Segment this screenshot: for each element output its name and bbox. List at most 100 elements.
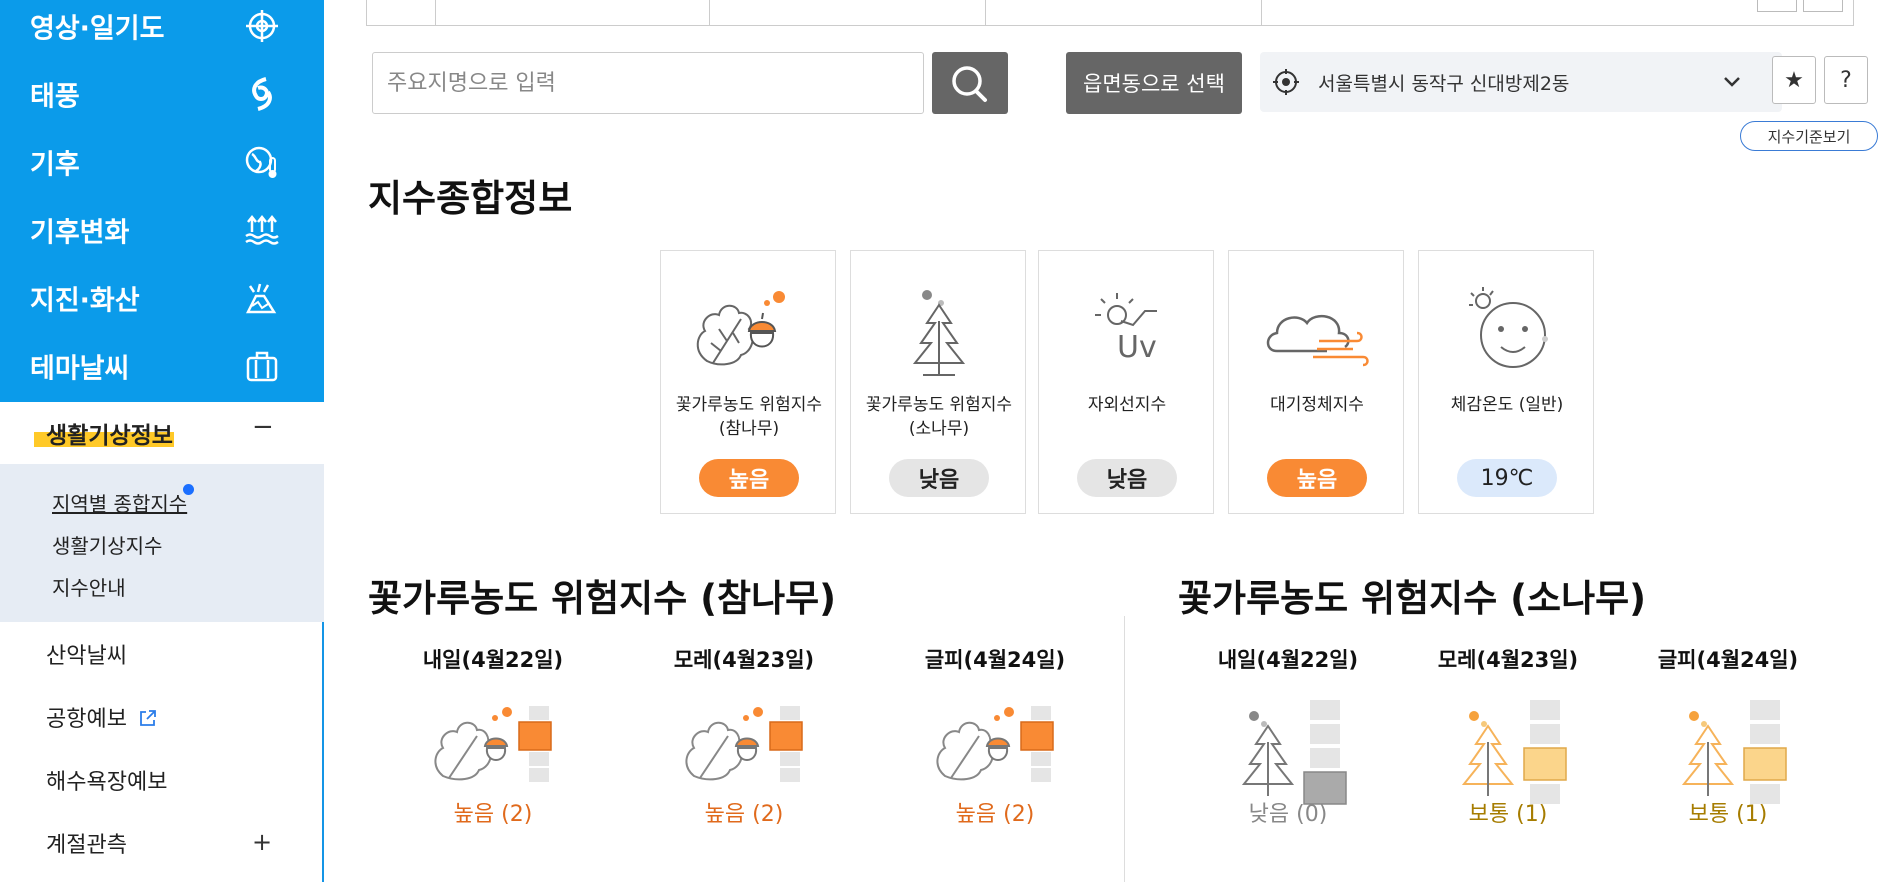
volcano-icon (245, 283, 277, 314)
pine-pollen-icon (1461, 700, 1567, 804)
section-divider (1124, 616, 1125, 882)
svg-text:Uv: Uv (1117, 330, 1157, 365)
index-card-name: 대기정체지수 (1229, 393, 1405, 417)
select-by-district-button[interactable]: 읍면동으로 선택 (1066, 52, 1242, 114)
sidebar-item-climate[interactable]: 기후 (0, 128, 324, 196)
sidebar-subitem-life-index[interactable]: 생활기상지수 (52, 530, 162, 559)
forecast-value: 보통 (1) (1688, 802, 1768, 827)
pine-pollen-icon (912, 290, 966, 376)
sidebar-item-satellite[interactable]: 영상·일기도 (0, 0, 324, 60)
search-button[interactable] (932, 52, 1008, 114)
sidebar-item-earthquake[interactable]: 지진·화산 (0, 264, 324, 332)
location-select[interactable]: 서울특별시 동작구 신대방제2동 (1260, 52, 1782, 112)
sidebar-item-climate-change[interactable]: 기후변화 (0, 196, 324, 264)
collapse-icon[interactable]: − (252, 412, 274, 442)
sidebar-item-label: 기후 (30, 149, 80, 181)
sidebar-main-menu: 영상·일기도 태풍 기후 기후변화 지진·화산 테마날씨 (0, 0, 324, 402)
face-sun-icon (1469, 287, 1548, 368)
sidebar-item-label: 기후변화 (30, 217, 130, 249)
name-line: 체감온도 (일반) (1450, 395, 1564, 415)
sidebar-subitem-regional-index[interactable]: 지역별 종합지수 (52, 488, 187, 517)
sidebar-subitem-index-guide[interactable]: 지수안내 (52, 572, 126, 601)
uv-icon: Uv (1095, 293, 1157, 365)
oak-forecast-title: 꽃가루농도 위험지수 (참나무) (368, 577, 837, 620)
index-standard-button[interactable]: 지수기준보기 (1740, 121, 1878, 151)
sidebar-item-mountain-weather[interactable]: 산악날씨 (46, 638, 127, 670)
index-level-badge: 낮음 (889, 459, 989, 497)
index-card-name: 체감온도 (일반) (1419, 393, 1595, 417)
divider (985, 0, 986, 26)
pine-forecast-title: 꽃가루농도 위험지수 (소나무) (1178, 577, 1647, 620)
sidebar-item-airport-forecast[interactable]: 공항예보 (46, 701, 158, 733)
forecast-day-label: 글피(4월24일) (1657, 648, 1799, 672)
help-button[interactable]: ? (1824, 56, 1868, 104)
forecast-value: 높음 (2) (955, 802, 1035, 827)
top-small-button[interactable] (1757, 0, 1797, 12)
overview-title: 지수종합정보 (368, 177, 573, 220)
search-input[interactable] (372, 52, 924, 114)
location-target-icon (1273, 69, 1299, 95)
forecast-value: 보통 (1) (1468, 802, 1548, 827)
typhoon-icon (252, 77, 272, 111)
forecast-day-label: 모레(4월23일) (1437, 648, 1579, 672)
globe-thermometer-icon (245, 146, 277, 178)
sidebar-section-life-weather[interactable]: 생활기상정보 − (0, 402, 324, 464)
sidebar-item-seasonal-observation[interactable]: 계절관측 (46, 827, 127, 859)
name-line: (참나무) (718, 419, 780, 439)
index-card-pine-pollen[interactable]: 꽃가루농도 위험지수 (소나무) 낮음 (850, 250, 1026, 514)
sidebar-item-label: 태풍 (30, 81, 80, 113)
oak-pollen-icon (685, 706, 803, 782)
name-line: 대기정체지수 (1270, 395, 1364, 415)
forecast-day-label: 내일(4월22일) (422, 648, 564, 672)
forecast-day-label: 글피(4월24일) (924, 648, 1066, 672)
sidebar-item-theme-weather[interactable]: 테마날씨 (0, 332, 324, 400)
sidebar-item-label: 영상·일기도 (30, 13, 165, 45)
name-line: (소나무) (908, 419, 970, 439)
pine-pollen-icon (1241, 700, 1347, 805)
sidebar-section-label: 생활기상정보 (46, 423, 173, 449)
divider (709, 0, 710, 26)
divider (435, 0, 436, 26)
forecast-day-label: 내일(4월22일) (1217, 648, 1359, 672)
index-card-name: 꽃가루농도 위험지수 (참나무) (661, 393, 837, 441)
index-card-uv[interactable]: Uv 자외선지수 낮음 (1038, 250, 1214, 514)
sidebar: 영상·일기도 태풍 기후 기후변화 지진·화산 테마날씨 생활기상정보 − 지역… (0, 0, 324, 882)
name-line: 꽃가루농도 위험지수 (865, 395, 1013, 415)
new-indicator-dot (183, 484, 194, 495)
sidebar-item-typhoon[interactable]: 태풍 (0, 60, 324, 128)
forecast-day-label: 모레(4월23일) (673, 648, 815, 672)
sidebar-item-beach-forecast[interactable]: 해수욕장예보 (46, 764, 167, 796)
forecast-value: 높음 (2) (453, 802, 533, 827)
oak-pollen-icon (434, 706, 552, 782)
divider (1261, 0, 1262, 26)
index-card-name: 꽃가루농도 위험지수 (소나무) (851, 393, 1027, 441)
index-level-badge: 높음 (1267, 459, 1367, 497)
sidebar-submenu: 지역별 종합지수 생활기상지수 지수안내 (0, 464, 324, 622)
satellite-icon (246, 10, 278, 42)
index-card-air-stagnation[interactable]: 대기정체지수 높음 (1228, 250, 1404, 514)
location-value: 서울특별시 동작구 신대방제2동 (1318, 73, 1570, 95)
forecast-value: 높음 (2) (704, 802, 784, 827)
index-card-name: 자외선지수 (1039, 393, 1215, 417)
oak-pollen-icon (936, 706, 1054, 782)
cloud-wind-icon (1266, 314, 1369, 367)
expand-icon[interactable]: + (252, 828, 272, 856)
index-level-badge: 19℃ (1457, 459, 1557, 497)
chevron-down-icon (1724, 77, 1740, 87)
name-line: 자외선지수 (1087, 395, 1167, 415)
index-card-apparent-temperature[interactable]: 체감온도 (일반) 19℃ (1418, 250, 1594, 514)
index-level-badge: 높음 (699, 459, 799, 497)
search-icon (952, 66, 987, 102)
sea-level-icon (245, 214, 279, 245)
sidebar-item-label: 지진·화산 (30, 285, 140, 317)
external-link-icon (140, 710, 156, 726)
index-card-oak-pollen[interactable]: 꽃가루농도 위험지수 (참나무) 높음 (660, 250, 836, 514)
top-small-button[interactable] (1803, 0, 1843, 12)
favorite-button[interactable]: ★ (1772, 56, 1816, 104)
sidebar-item-label: 테마날씨 (30, 353, 130, 385)
top-tab-bar (366, 0, 1854, 26)
name-line: 꽃가루농도 위험지수 (675, 395, 823, 415)
pine-pollen-icon (1681, 700, 1787, 804)
index-level-badge: 낮음 (1077, 459, 1177, 497)
suitcase-icon (246, 351, 278, 382)
